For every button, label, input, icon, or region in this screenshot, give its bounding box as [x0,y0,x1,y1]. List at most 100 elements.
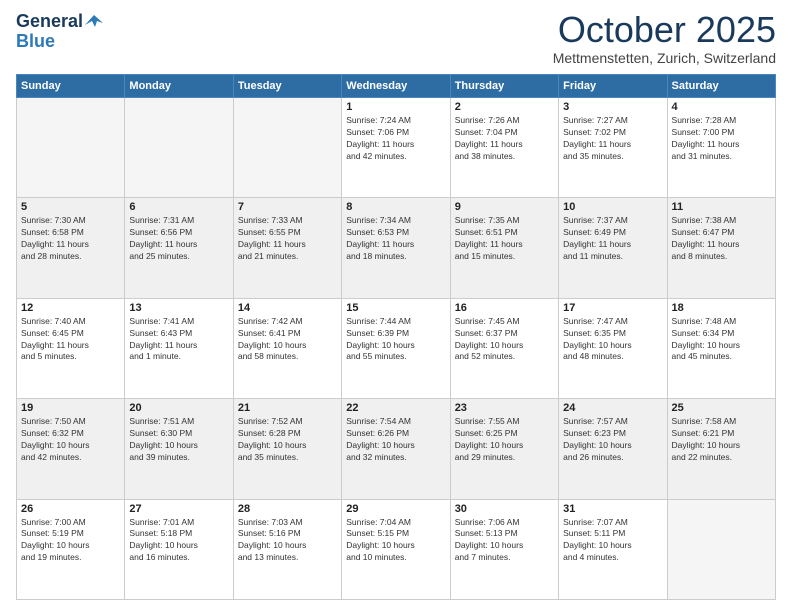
logo: General Blue [16,12,103,52]
day-info: Sunrise: 7:38 AM Sunset: 6:47 PM Dayligh… [672,215,771,263]
day-number: 4 [672,101,771,113]
table-row [233,98,341,198]
day-info: Sunrise: 7:33 AM Sunset: 6:55 PM Dayligh… [238,215,337,263]
table-row [125,98,233,198]
day-info: Sunrise: 7:41 AM Sunset: 6:43 PM Dayligh… [129,316,228,364]
day-number: 19 [21,402,120,414]
day-info: Sunrise: 7:48 AM Sunset: 6:34 PM Dayligh… [672,316,771,364]
table-row: 22 Sunrise: 7:54 AM Sunset: 6:26 PM Dayli… [342,399,450,499]
table-row: 14 Sunrise: 7:42 AM Sunset: 6:41 PM Dayli… [233,298,341,398]
day-number: 6 [129,201,228,213]
table-row: 21Sunrise: 7:52 AM Sunset: 6:28 PM Dayli… [233,399,341,499]
day-number: 10 [563,201,662,213]
day-number: 18 [672,302,771,314]
table-row: 4Sunrise: 7:28 AM Sunset: 7:00 PM Daylig… [667,98,775,198]
day-info: Sunrise: 7:42 AM Sunset: 6:41 PM Dayligh… [238,316,337,364]
table-row [667,499,775,599]
table-row: 24 Sunrise: 7:57 AM Sunset: 6:23 PM Dayli… [559,399,667,499]
table-row: 30Sunrise: 7:06 AM Sunset: 5:13 PM Dayli… [450,499,558,599]
day-info: Sunrise: 7:03 AM Sunset: 5:16 PM Dayligh… [238,517,337,565]
day-number: 22 [346,402,445,414]
location: Mettmenstetten, Zurich, Switzerland [553,50,776,66]
col-sunday: Sunday [17,75,125,98]
day-info: Sunrise: 7:07 AM Sunset: 5:11 PM Dayligh… [563,517,662,565]
day-number: 20 [129,402,228,414]
day-number: 7 [238,201,337,213]
calendar-row: 1 Sunrise: 7:24 AM Sunset: 7:06 PM Daylig… [17,98,776,198]
table-row: 19 Sunrise: 7:50 AM Sunset: 6:32 PM Dayli… [17,399,125,499]
table-row: 3 Sunrise: 7:27 AM Sunset: 7:02 PM Daylig… [559,98,667,198]
day-info: Sunrise: 7:51 AM Sunset: 6:30 PM Dayligh… [129,416,228,464]
day-info: Sunrise: 7:27 AM Sunset: 7:02 PM Dayligh… [563,115,662,163]
page: General Blue October 2025 Mettmenstetten… [0,0,792,612]
table-row: 13 Sunrise: 7:41 AM Sunset: 6:43 PM Dayli… [125,298,233,398]
table-row: 6 Sunrise: 7:31 AM Sunset: 6:56 PM Daylig… [125,198,233,298]
table-row [17,98,125,198]
day-number: 31 [563,503,662,515]
table-row: 15Sunrise: 7:44 AM Sunset: 6:39 PM Dayli… [342,298,450,398]
day-info: Sunrise: 7:30 AM Sunset: 6:58 PM Dayligh… [21,215,120,263]
table-row: 28 Sunrise: 7:03 AM Sunset: 5:16 PM Dayli… [233,499,341,599]
table-row: 12Sunrise: 7:40 AM Sunset: 6:45 PM Dayli… [17,298,125,398]
table-row: 29Sunrise: 7:04 AM Sunset: 5:15 PM Dayli… [342,499,450,599]
col-saturday: Saturday [667,75,775,98]
day-number: 23 [455,402,554,414]
day-info: Sunrise: 7:52 AM Sunset: 6:28 PM Dayligh… [238,416,337,464]
table-row: 8Sunrise: 7:34 AM Sunset: 6:53 PM Daylig… [342,198,450,298]
day-number: 17 [563,302,662,314]
table-row: 16 Sunrise: 7:45 AM Sunset: 6:37 PM Dayli… [450,298,558,398]
day-info: Sunrise: 7:26 AM Sunset: 7:04 PM Dayligh… [455,115,554,163]
header: General Blue October 2025 Mettmenstetten… [16,12,776,66]
month-title: October 2025 [553,12,776,48]
day-number: 24 [563,402,662,414]
calendar-row: 19 Sunrise: 7:50 AM Sunset: 6:32 PM Dayli… [17,399,776,499]
day-number: 28 [238,503,337,515]
logo-general: General [16,12,83,32]
day-info: Sunrise: 7:31 AM Sunset: 6:56 PM Dayligh… [129,215,228,263]
day-info: Sunrise: 7:57 AM Sunset: 6:23 PM Dayligh… [563,416,662,464]
day-number: 14 [238,302,337,314]
day-info: Sunrise: 7:54 AM Sunset: 6:26 PM Dayligh… [346,416,445,464]
table-row: 5 Sunrise: 7:30 AM Sunset: 6:58 PM Daylig… [17,198,125,298]
day-number: 2 [455,101,554,113]
day-info: Sunrise: 7:24 AM Sunset: 7:06 PM Dayligh… [346,115,445,163]
day-number: 3 [563,101,662,113]
table-row: 31 Sunrise: 7:07 AM Sunset: 5:11 PM Dayli… [559,499,667,599]
table-row: 7 Sunrise: 7:33 AM Sunset: 6:55 PM Daylig… [233,198,341,298]
calendar: Sunday Monday Tuesday Wednesday Thursday… [16,74,776,600]
day-info: Sunrise: 7:06 AM Sunset: 5:13 PM Dayligh… [455,517,554,565]
col-tuesday: Tuesday [233,75,341,98]
day-info: Sunrise: 7:01 AM Sunset: 5:18 PM Dayligh… [129,517,228,565]
calendar-header-row: Sunday Monday Tuesday Wednesday Thursday… [17,75,776,98]
table-row: 23 Sunrise: 7:55 AM Sunset: 6:25 PM Dayli… [450,399,558,499]
calendar-row: 5 Sunrise: 7:30 AM Sunset: 6:58 PM Daylig… [17,198,776,298]
table-row: 26Sunrise: 7:00 AM Sunset: 5:19 PM Dayli… [17,499,125,599]
calendar-row: 12Sunrise: 7:40 AM Sunset: 6:45 PM Dayli… [17,298,776,398]
day-number: 27 [129,503,228,515]
title-block: October 2025 Mettmenstetten, Zurich, Swi… [553,12,776,66]
table-row: 10Sunrise: 7:37 AM Sunset: 6:49 PM Dayli… [559,198,667,298]
table-row: 9Sunrise: 7:35 AM Sunset: 6:51 PM Daylig… [450,198,558,298]
day-number: 16 [455,302,554,314]
day-number: 13 [129,302,228,314]
day-info: Sunrise: 7:50 AM Sunset: 6:32 PM Dayligh… [21,416,120,464]
table-row: 1 Sunrise: 7:24 AM Sunset: 7:06 PM Daylig… [342,98,450,198]
col-thursday: Thursday [450,75,558,98]
table-row: 11Sunrise: 7:38 AM Sunset: 6:47 PM Dayli… [667,198,775,298]
day-number: 5 [21,201,120,213]
day-info: Sunrise: 7:34 AM Sunset: 6:53 PM Dayligh… [346,215,445,263]
day-number: 12 [21,302,120,314]
day-info: Sunrise: 7:55 AM Sunset: 6:25 PM Dayligh… [455,416,554,464]
col-monday: Monday [125,75,233,98]
day-info: Sunrise: 7:44 AM Sunset: 6:39 PM Dayligh… [346,316,445,364]
logo-blue: Blue [16,32,55,52]
day-number: 25 [672,402,771,414]
table-row: 17Sunrise: 7:47 AM Sunset: 6:35 PM Dayli… [559,298,667,398]
table-row: 20 Sunrise: 7:51 AM Sunset: 6:30 PM Dayli… [125,399,233,499]
calendar-row: 26Sunrise: 7:00 AM Sunset: 5:19 PM Dayli… [17,499,776,599]
day-number: 1 [346,101,445,113]
day-info: Sunrise: 7:45 AM Sunset: 6:37 PM Dayligh… [455,316,554,364]
table-row: 27 Sunrise: 7:01 AM Sunset: 5:18 PM Dayli… [125,499,233,599]
table-row: 18 Sunrise: 7:48 AM Sunset: 6:34 PM Dayli… [667,298,775,398]
col-wednesday: Wednesday [342,75,450,98]
